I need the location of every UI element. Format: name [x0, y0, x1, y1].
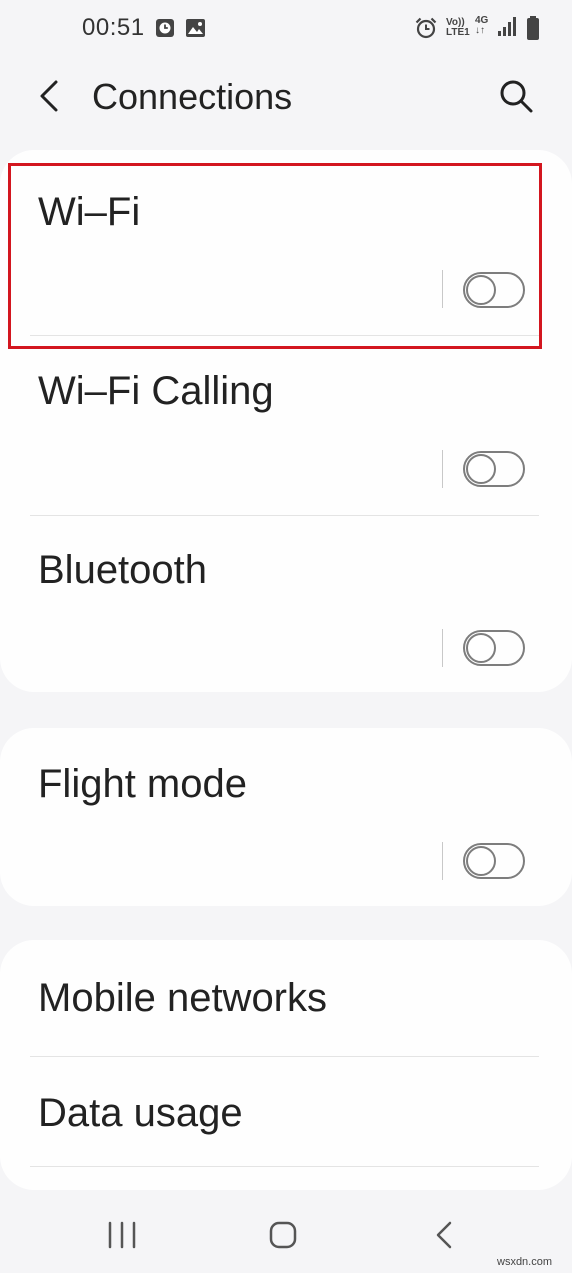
wifi-calling-toggle[interactable] — [463, 451, 525, 487]
flight-mode-label: Flight mode — [38, 762, 247, 806]
connections-card-flight: Flight mode — [0, 728, 572, 906]
flight-mode-toggle[interactable] — [463, 843, 525, 879]
home-button[interactable] — [255, 1209, 311, 1261]
back-button[interactable] — [28, 74, 72, 118]
battery-icon — [527, 16, 539, 40]
status-bar: 00:51 Vo)) LTE1 4G ↓↑ — [0, 0, 572, 56]
status-time: 00:51 — [82, 14, 145, 41]
signal-icon — [498, 17, 516, 36]
gallery-icon — [186, 19, 205, 37]
toggle-knob — [466, 846, 496, 876]
row-separator — [442, 450, 443, 488]
connections-card-mobile: Mobile networks Data usage — [0, 940, 572, 1190]
page-title: Connections — [92, 76, 293, 117]
toggle-knob — [466, 633, 496, 663]
mobile-networks-label: Mobile networks — [38, 976, 328, 1020]
chevron-left-icon — [40, 80, 58, 112]
volte-indicator: Vo)) LTE1 — [446, 17, 470, 38]
network-type-indicator: 4G ↓↑ — [475, 15, 489, 36]
row-separator — [442, 629, 443, 667]
recent-apps-icon — [108, 1221, 136, 1249]
back-arrow-icon — [436, 1221, 452, 1249]
wifi-toggle[interactable] — [463, 272, 525, 308]
alarm-app-icon — [156, 19, 174, 37]
setting-row-data-usage[interactable]: Data usage — [0, 1057, 572, 1167]
row-separator — [442, 270, 443, 308]
app-header: Connections — [0, 60, 572, 132]
divider — [30, 1166, 539, 1167]
home-icon — [269, 1221, 297, 1249]
search-button[interactable] — [494, 74, 538, 118]
watermark-text: wsxdn.com — [497, 1256, 553, 1268]
wifi-calling-label: Wi–Fi Calling — [38, 369, 274, 413]
navigation-bar — [0, 1195, 572, 1273]
recent-apps-button[interactable] — [94, 1209, 150, 1261]
toggle-knob — [466, 275, 496, 305]
setting-row-bluetooth[interactable]: Bluetooth — [0, 516, 572, 692]
setting-row-mobile-networks[interactable]: Mobile networks — [0, 940, 572, 1056]
data-usage-label: Data usage — [38, 1091, 243, 1135]
bluetooth-label: Bluetooth — [38, 548, 208, 592]
search-icon — [500, 80, 533, 113]
setting-row-flight-mode[interactable]: Flight mode — [0, 728, 572, 906]
row-separator — [442, 842, 443, 880]
connections-card-wireless: Wi–Fi Wi–Fi Calling Bluetooth — [0, 150, 572, 692]
toggle-knob — [466, 454, 496, 484]
setting-row-wifi[interactable]: Wi–Fi — [0, 150, 572, 335]
system-back-button[interactable] — [416, 1209, 472, 1261]
bluetooth-toggle[interactable] — [463, 630, 525, 666]
alarm-clock-icon — [415, 17, 437, 39]
wifi-label: Wi–Fi — [38, 190, 141, 234]
setting-row-wifi-calling[interactable]: Wi–Fi Calling — [0, 336, 572, 516]
